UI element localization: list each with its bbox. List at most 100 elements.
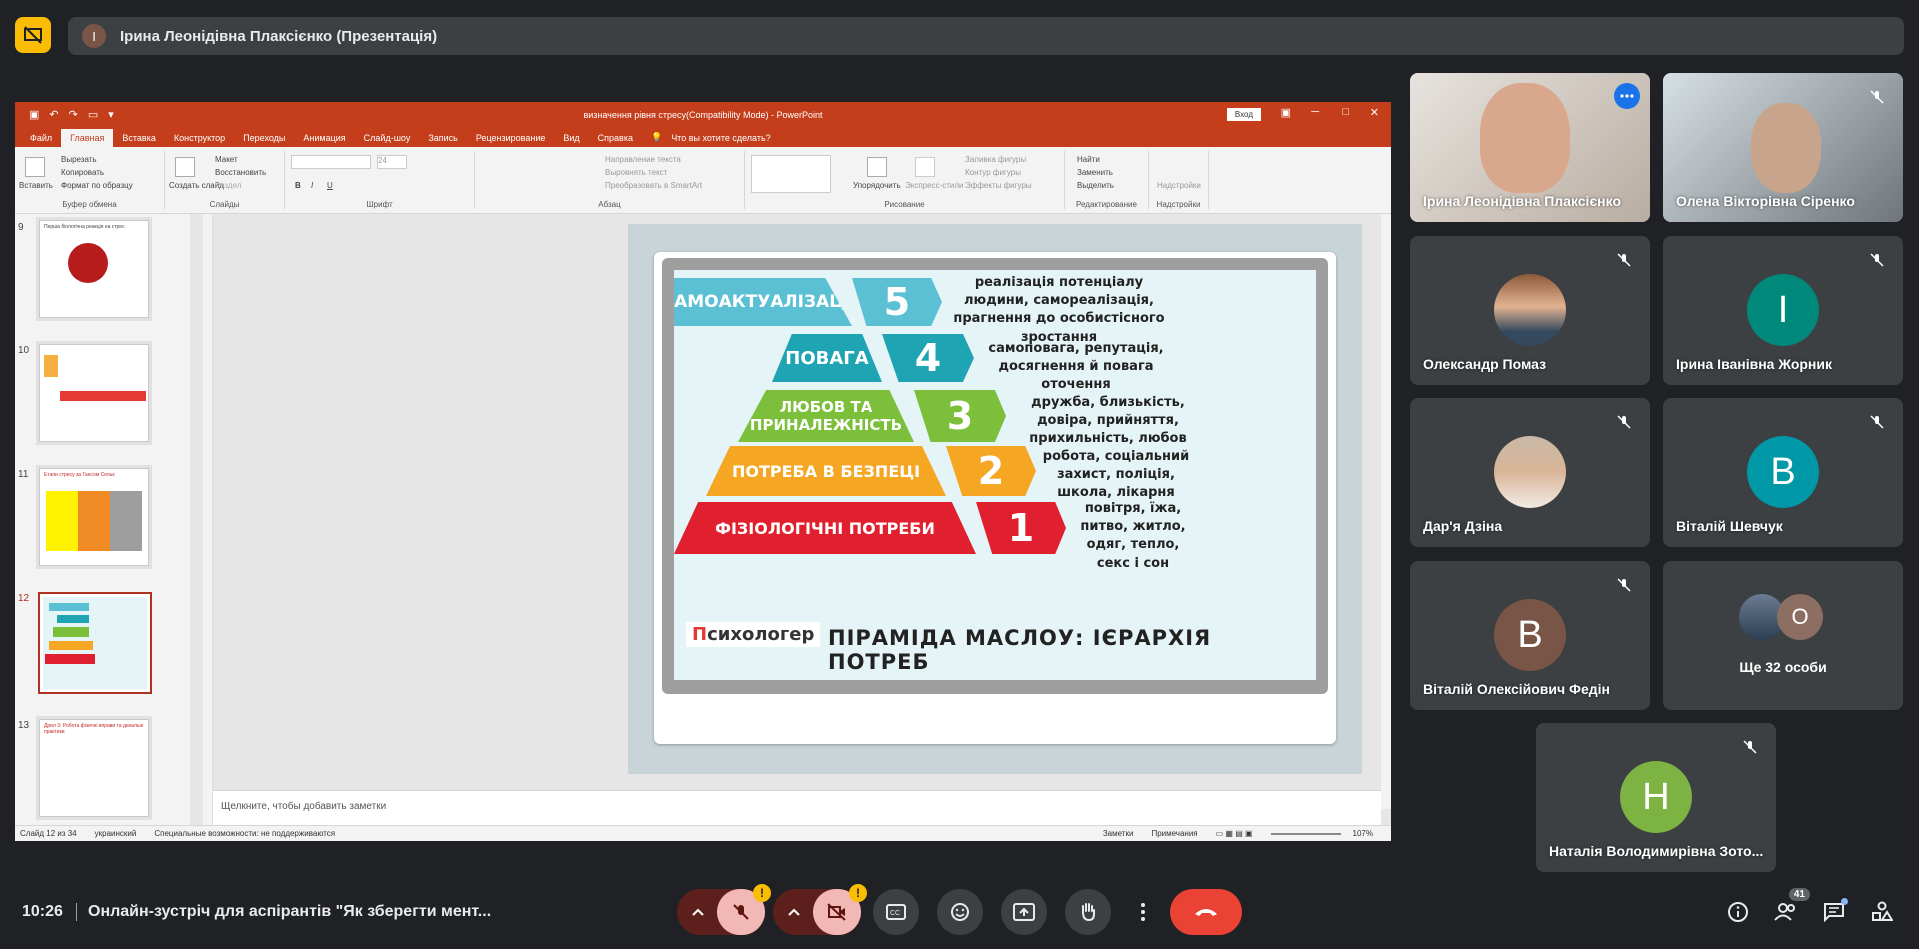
slide-thumbnail-13[interactable]: Дрил 3: Робота фізичні вправи та дихальн…	[39, 719, 149, 817]
paste-icon[interactable]	[25, 157, 45, 177]
tab-view[interactable]: Вид	[554, 129, 588, 147]
find-button[interactable]: Найти	[1077, 155, 1100, 164]
more-options-icon[interactable]	[1614, 83, 1640, 109]
current-slide[interactable]: САМОАКТУАЛІЗАЦІЯ 5 реалізація потенціалу…	[654, 252, 1336, 744]
maximize-icon[interactable]: □	[1342, 106, 1349, 118]
shape-effects-button[interactable]: Эффекты фигуры	[965, 181, 1032, 190]
activities-icon[interactable]	[1868, 898, 1896, 926]
select-button[interactable]: Выделить	[1077, 181, 1114, 190]
section-button[interactable]: Раздел	[215, 181, 241, 190]
tab-animations[interactable]: Анимация	[294, 129, 354, 147]
mic-toggle-button[interactable]: !	[717, 884, 771, 935]
tab-slideshow[interactable]: Слайд-шоу	[355, 129, 420, 147]
tab-design[interactable]: Конструктор	[165, 129, 234, 147]
captions-button[interactable]: CC	[873, 889, 919, 935]
participant-face	[1480, 83, 1570, 193]
text-direction-button[interactable]: Направление текста	[605, 155, 681, 164]
drawing-group: Упорядочить Экспресс-стили Заливка фигур…	[745, 151, 1065, 209]
participant-tile-6[interactable]: В Віталій Олексійович Федін	[1410, 561, 1650, 710]
slide-scrollbar[interactable]	[1381, 214, 1391, 809]
reactions-button[interactable]	[937, 889, 983, 935]
shapes-gallery[interactable]	[751, 155, 831, 193]
replace-button[interactable]: Заменить	[1077, 168, 1113, 177]
chat-icon[interactable]	[1820, 898, 1848, 926]
present-button[interactable]	[1001, 889, 1047, 935]
underline-button[interactable]: U	[327, 181, 333, 190]
font-size-input[interactable]: 24	[377, 155, 407, 169]
tier-number-2: 2	[946, 446, 1036, 496]
smartart-button[interactable]: Преобразовать в SmartArt	[605, 181, 702, 190]
participant-tile-2[interactable]: Олександр Помаз	[1410, 236, 1650, 385]
participant-tile-5[interactable]: В Віталій Шевчук	[1663, 398, 1903, 547]
shape-outline-button[interactable]: Контур фигуры	[965, 168, 1021, 177]
tab-insert[interactable]: Вставка	[113, 129, 164, 147]
quick-styles-icon[interactable]	[915, 157, 935, 177]
sign-in-button[interactable]: Вход	[1226, 108, 1261, 121]
participant-tile-8[interactable]: Н Наталія Володимирівна Зото...	[1536, 723, 1776, 872]
font-name-input[interactable]	[291, 155, 371, 169]
tab-review[interactable]: Рецензирование	[467, 129, 555, 147]
tab-transitions[interactable]: Переходы	[234, 129, 294, 147]
close-icon[interactable]: ✕	[1370, 106, 1379, 119]
camera-options-chevron-icon[interactable]	[773, 889, 815, 935]
align-text-button[interactable]: Выровнять текст	[605, 168, 667, 177]
accessibility-status[interactable]: Специальные возможности: не поддерживают…	[154, 829, 335, 838]
notes-input[interactable]: Щелкните, чтобы добавить заметки	[213, 790, 1381, 825]
participant-tile-3[interactable]: І Ірина Іванівна Жорник	[1663, 236, 1903, 385]
ribbon-display-icon[interactable]: ▣	[1281, 106, 1291, 119]
cut-button[interactable]: Вырезать	[61, 155, 97, 164]
paste-button[interactable]: Вставить	[19, 181, 53, 190]
participant-tile-4[interactable]: Дар'я Дзіна	[1410, 398, 1650, 547]
participant-tile-0[interactable]: Ірина Леонідівна Плаксієнко	[1410, 73, 1650, 222]
layout-button[interactable]: Макет	[215, 155, 238, 164]
participant-tile-others[interactable]: О Ще 32 особи	[1663, 561, 1903, 710]
tier-label-4: ПОВАГА	[772, 334, 882, 382]
tab-help[interactable]: Справка	[589, 129, 642, 147]
editing-group-label: Редактирование	[1076, 200, 1137, 209]
more-options-button[interactable]	[1129, 889, 1157, 935]
leave-call-button[interactable]	[1170, 889, 1242, 935]
meeting-info-icon[interactable]	[1724, 898, 1752, 926]
quick-styles-button[interactable]: Экспресс-стили	[905, 181, 964, 190]
new-slide-icon[interactable]	[175, 157, 195, 177]
tab-file[interactable]: Файл	[21, 129, 61, 147]
italic-button[interactable]: I	[311, 181, 313, 190]
slide-thumbnail-9[interactable]: Перша біологічна реакція на стрес	[39, 220, 149, 318]
presenter-bar[interactable]: І Ірина Леонідівна Плаксієнко (Презентац…	[68, 17, 1904, 55]
mic-options-chevron-icon[interactable]	[677, 889, 719, 935]
zoom-slider[interactable]	[1270, 832, 1341, 835]
format-painter-button[interactable]: Формат по образцу	[61, 181, 133, 190]
people-icon[interactable]: 41	[1772, 888, 1810, 926]
tell-me-input[interactable]: Что вы хотите сделать?	[671, 129, 780, 147]
thumbnail-scrollbar[interactable]	[203, 214, 213, 825]
language-status[interactable]: украинский	[95, 829, 137, 838]
more-vert-icon	[1141, 903, 1145, 921]
camera-control: !	[773, 884, 867, 935]
view-buttons[interactable]: ▭ ▦ ▤ ▣	[1216, 829, 1253, 838]
copy-button[interactable]: Копировать	[61, 168, 104, 177]
thumb-number: 9	[18, 222, 24, 233]
slide-thumbnails[interactable]: 9 Перша біологічна реакція на стрес 10 1…	[15, 214, 190, 825]
shape-fill-button[interactable]: Заливка фигуры	[965, 155, 1026, 164]
slide-thumbnail-10[interactable]	[39, 344, 149, 442]
raise-hand-button[interactable]	[1065, 889, 1111, 935]
participant-name: Олена Вікторівна Сіренко	[1676, 193, 1855, 209]
slide-thumbnail-11[interactable]: Етапи стресу за Гансом Сельє	[39, 468, 149, 566]
arrange-button[interactable]: Упорядочить	[853, 181, 901, 190]
zoom-level[interactable]: 107%	[1353, 829, 1373, 838]
participant-name: Ірина Іванівна Жорник	[1676, 356, 1833, 372]
reset-button[interactable]: Восстановить	[215, 168, 266, 177]
presentation-off-icon[interactable]	[15, 17, 51, 53]
comments-toggle[interactable]: Примечания	[1151, 829, 1197, 838]
tab-record[interactable]: Запись	[419, 129, 467, 147]
minimize-icon[interactable]: ─	[1311, 106, 1319, 118]
arrange-icon[interactable]	[867, 157, 887, 177]
camera-toggle-button[interactable]: !	[813, 884, 867, 935]
bold-button[interactable]: B	[295, 181, 301, 190]
notes-toggle[interactable]: Заметки	[1103, 829, 1134, 838]
participant-photo	[1494, 274, 1566, 346]
slide-thumbnail-12[interactable]	[38, 592, 152, 694]
addins-button[interactable]: Надстройки	[1157, 181, 1201, 190]
participant-tile-1[interactable]: Олена Вікторівна Сіренко	[1663, 73, 1903, 222]
tab-home[interactable]: Главная	[61, 129, 114, 147]
